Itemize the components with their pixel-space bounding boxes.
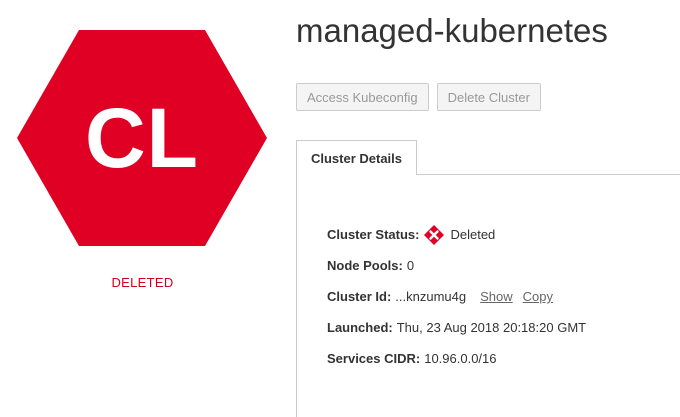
detail-row-cluster-id: Cluster Id: ...knzumu4g Show Copy — [327, 281, 586, 312]
node-pools-value: 0 — [406, 258, 415, 273]
launched-label: Launched: — [327, 320, 393, 335]
tab-cluster-details[interactable]: Cluster Details — [296, 140, 417, 175]
services-cidr-label: Services CIDR: — [327, 351, 421, 366]
detail-row-launched: Launched: Thu, 23 Aug 2018 20:18:20 GMT — [327, 312, 586, 343]
show-cluster-id-link[interactable]: Show — [480, 289, 513, 304]
detail-row-services-cidr: Services CIDR: 10.96.0.0/16 — [327, 343, 586, 374]
detail-row-node-pools: Node Pools: 0 — [327, 250, 586, 281]
cluster-page: CL DELETED managed-kubernetes Access Kub… — [0, 0, 680, 417]
tab-divider — [417, 174, 680, 175]
cluster-badge-column: CL DELETED — [0, 0, 285, 417]
action-toolbar: Access Kubeconfig Delete Cluster — [296, 83, 541, 111]
cluster-details-panel: Cluster Status: Deleted Node Pools: 0 Cl… — [327, 219, 586, 374]
delete-cluster-button[interactable]: Delete Cluster — [436, 83, 541, 111]
cluster-status-value: Deleted — [450, 227, 496, 242]
node-pools-label: Node Pools: — [327, 258, 403, 273]
cluster-id-value: ...knzumu4g — [395, 289, 467, 304]
cluster-id-label: Cluster Id: — [327, 289, 392, 304]
launched-value: Thu, 23 Aug 2018 20:18:20 GMT — [396, 320, 587, 335]
cluster-status-label: Cluster Status: — [327, 227, 420, 242]
detail-row-cluster-status: Cluster Status: Deleted — [327, 219, 586, 250]
deleted-status-icon — [424, 224, 445, 245]
panel-border — [296, 175, 297, 417]
access-kubeconfig-button[interactable]: Access Kubeconfig — [296, 83, 429, 111]
cluster-main-column: managed-kubernetes Access Kubeconfig Del… — [296, 0, 680, 417]
page-title: managed-kubernetes — [296, 12, 608, 49]
cluster-initials: CL — [85, 90, 199, 185]
copy-cluster-id-link[interactable]: Copy — [523, 289, 553, 304]
services-cidr-value: 10.96.0.0/16 — [424, 351, 497, 366]
tab-bar: Cluster Details — [296, 140, 680, 175]
cluster-status-caption: DELETED — [111, 275, 174, 290]
